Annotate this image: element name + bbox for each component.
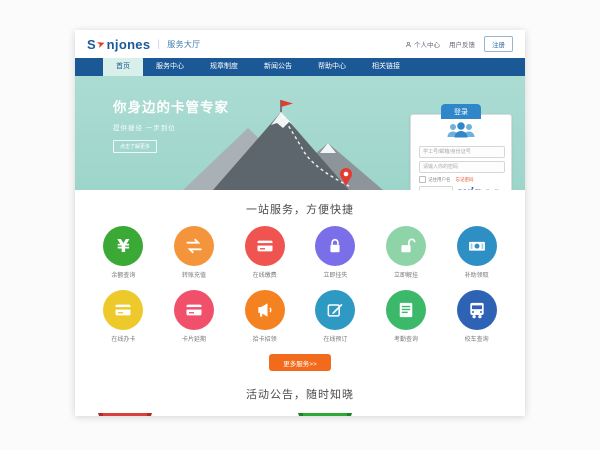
service-item[interactable]: 补助领取 [441, 226, 512, 279]
logo-text-s: S [87, 37, 96, 52]
service-item[interactable]: 考勤查询 [371, 290, 442, 343]
service-item[interactable]: 在线预订 [300, 290, 371, 343]
services-title: 一站服务，方便快捷 [75, 201, 525, 217]
service-label: 校车查询 [441, 334, 512, 343]
nav-item-link[interactable]: 新闻公告 [251, 58, 305, 76]
service-label: 补助领取 [441, 270, 512, 279]
logo-swoosh-icon: ➤ [95, 37, 107, 50]
nav-item-link[interactable]: 规章制度 [197, 58, 251, 76]
banner-subtitle: 提供捷径 一步到位 [113, 122, 229, 132]
logo-text-rest: njones [107, 37, 151, 52]
header-links: 个人中心 用户反馈 注册 [405, 36, 513, 52]
logo-tagline: 服务大厅 [167, 39, 200, 50]
megaphone-icon [245, 290, 285, 330]
login-options: 记住用户名 忘记密码 [419, 176, 503, 183]
remember-checkbox[interactable] [419, 176, 426, 183]
service-label: 在线缴费 [229, 270, 300, 279]
announcements-title: 活动公告，随时知晓 [75, 386, 525, 402]
card-icon [245, 226, 285, 266]
login-body: 记住用户名 忘记密码 cyjp 换一张 登录 [411, 115, 511, 190]
nav-item-link[interactable]: 服务中心 [143, 58, 197, 76]
user-feedback-link[interactable]: 用户反馈 [449, 39, 475, 49]
services-grid: ¥ 余额查询转账充值在线缴费立即挂失立即解挂补助领取在线办卡卡片延期拾卡招领在线预… [88, 226, 512, 343]
forgot-password-link[interactable]: 忘记密码 [456, 177, 474, 183]
captcha-refresh-link[interactable]: 换一张 [486, 189, 500, 190]
banner-headline: 你身边的卡管专家 [113, 96, 229, 116]
service-label: 余额查询 [88, 270, 159, 279]
login-tab[interactable]: 登录 [441, 104, 481, 119]
person-icon [405, 41, 412, 48]
service-label: 拾卡招领 [229, 334, 300, 343]
service-item[interactable]: 立即解挂 [371, 226, 442, 279]
unlock-icon [386, 226, 426, 266]
main-nav: 首页服务中心规章制度新闻公告帮助中心相关链接 [75, 58, 525, 76]
card-icon [103, 290, 143, 330]
nav-item-home-active[interactable]: 首页 [103, 58, 143, 76]
service-label: 卡片延期 [159, 334, 230, 343]
service-label: 立即挂失 [300, 270, 371, 279]
password-input[interactable] [419, 161, 505, 173]
captcha-row: cyjp 换一张 [419, 186, 503, 190]
list-icon [386, 290, 426, 330]
remember-label: 记住用户名 [428, 177, 451, 183]
service-label: 立即解挂 [371, 270, 442, 279]
logo: S➤njones | 服务大厅 [87, 37, 200, 52]
card-icon [174, 290, 214, 330]
service-label: 转账充值 [159, 270, 230, 279]
transfer-icon [174, 226, 214, 266]
edit-icon [315, 290, 355, 330]
service-label: 在线预订 [300, 334, 371, 343]
captcha-image: cyjp [456, 187, 483, 191]
nav-item-link[interactable]: 相关链接 [359, 58, 413, 76]
yen-icon: ¥ [103, 226, 143, 266]
guide-ribbon-right[interactable]: 使用指南 [303, 413, 347, 416]
more-services-button[interactable]: 更多服务>> [269, 354, 331, 371]
bus-icon [457, 290, 497, 330]
service-item[interactable]: 在线缴费 [229, 226, 300, 279]
logo-divider: | [157, 39, 160, 50]
login-panel: 登录 记住用户名 忘记密码 cyj [410, 114, 512, 190]
personal-center-link[interactable]: 个人中心 [405, 39, 440, 49]
users-group-icon [419, 122, 503, 143]
username-input[interactable] [419, 146, 505, 158]
nav-item-link[interactable]: 帮助中心 [305, 58, 359, 76]
lock-icon [315, 226, 355, 266]
service-label: 在线办卡 [88, 334, 159, 343]
banner-cta-button[interactable]: 点击了解更多 [113, 140, 157, 153]
service-item[interactable]: 校车查询 [441, 290, 512, 343]
page: S➤njones | 服务大厅 个人中心 用户反馈 注册 首页服务中心规章制度新… [75, 30, 525, 416]
service-item[interactable]: 立即挂失 [300, 226, 371, 279]
captcha-input[interactable] [419, 186, 453, 190]
service-item[interactable]: 拾卡招领 [229, 290, 300, 343]
service-item[interactable]: ¥ 余额查询 [88, 226, 159, 279]
service-item[interactable]: 卡片延期 [159, 290, 230, 343]
banner-copy: 你身边的卡管专家 提供捷径 一步到位 点击了解更多 [113, 96, 229, 153]
guide-ribbon-left[interactable]: 使用指南 [103, 413, 147, 416]
announcements-tabs: 使用指南 最新公告 更多>> 使用指南 更多>> [75, 411, 525, 416]
service-item[interactable]: 在线办卡 [88, 290, 159, 343]
hero-banner: 你身边的卡管专家 提供捷径 一步到位 点击了解更多 登录 [75, 76, 525, 190]
header: S➤njones | 服务大厅 个人中心 用户反馈 注册 [75, 30, 525, 58]
register-button[interactable]: 注册 [484, 36, 513, 52]
service-label: 考勤查询 [371, 334, 442, 343]
banknote-icon [457, 226, 497, 266]
service-item[interactable]: 转账充值 [159, 226, 230, 279]
